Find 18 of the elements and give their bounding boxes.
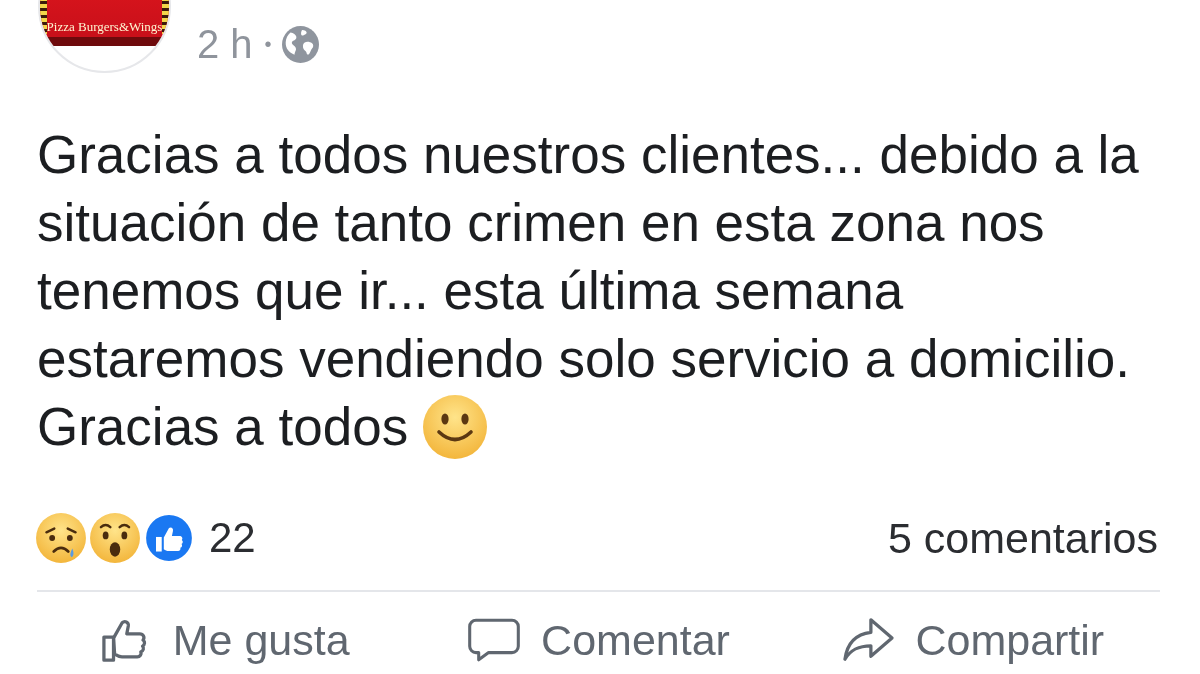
- speech-bubble-icon: [467, 616, 522, 664]
- logo-tagline: Pizza Burgers&Wings: [45, 19, 164, 34]
- post-text: Gracias a todos: [37, 396, 409, 458]
- page-avatar[interactable]: Pizza Burgers&Wings: [38, 0, 171, 73]
- comment-button[interactable]: Comentar: [411, 614, 786, 666]
- smiley-emoji-icon: [423, 395, 488, 459]
- reaction-count[interactable]: 22: [209, 514, 256, 562]
- post-time[interactable]: 2 h: [197, 24, 253, 64]
- thumbs-up-icon: [143, 512, 195, 564]
- like-button[interactable]: Me gusta: [37, 614, 412, 666]
- wow-emoji-icon: [89, 512, 141, 564]
- sad-emoji-icon: [35, 512, 87, 564]
- separator-dot: •: [264, 34, 272, 54]
- post-text: Gracias a todos nuestros clientes... debido a la situación de tanto crimen en esta zona nos tenemos que ir... esta última semana estaremos vendiendo solo servicio a domicilio.: [37, 125, 1139, 388]
- globe-icon: [281, 25, 319, 63]
- share-button[interactable]: Compartir: [785, 614, 1160, 666]
- comment-count-link[interactable]: 5 comentarios: [887, 514, 1158, 562]
- share-arrow-icon: [841, 616, 896, 664]
